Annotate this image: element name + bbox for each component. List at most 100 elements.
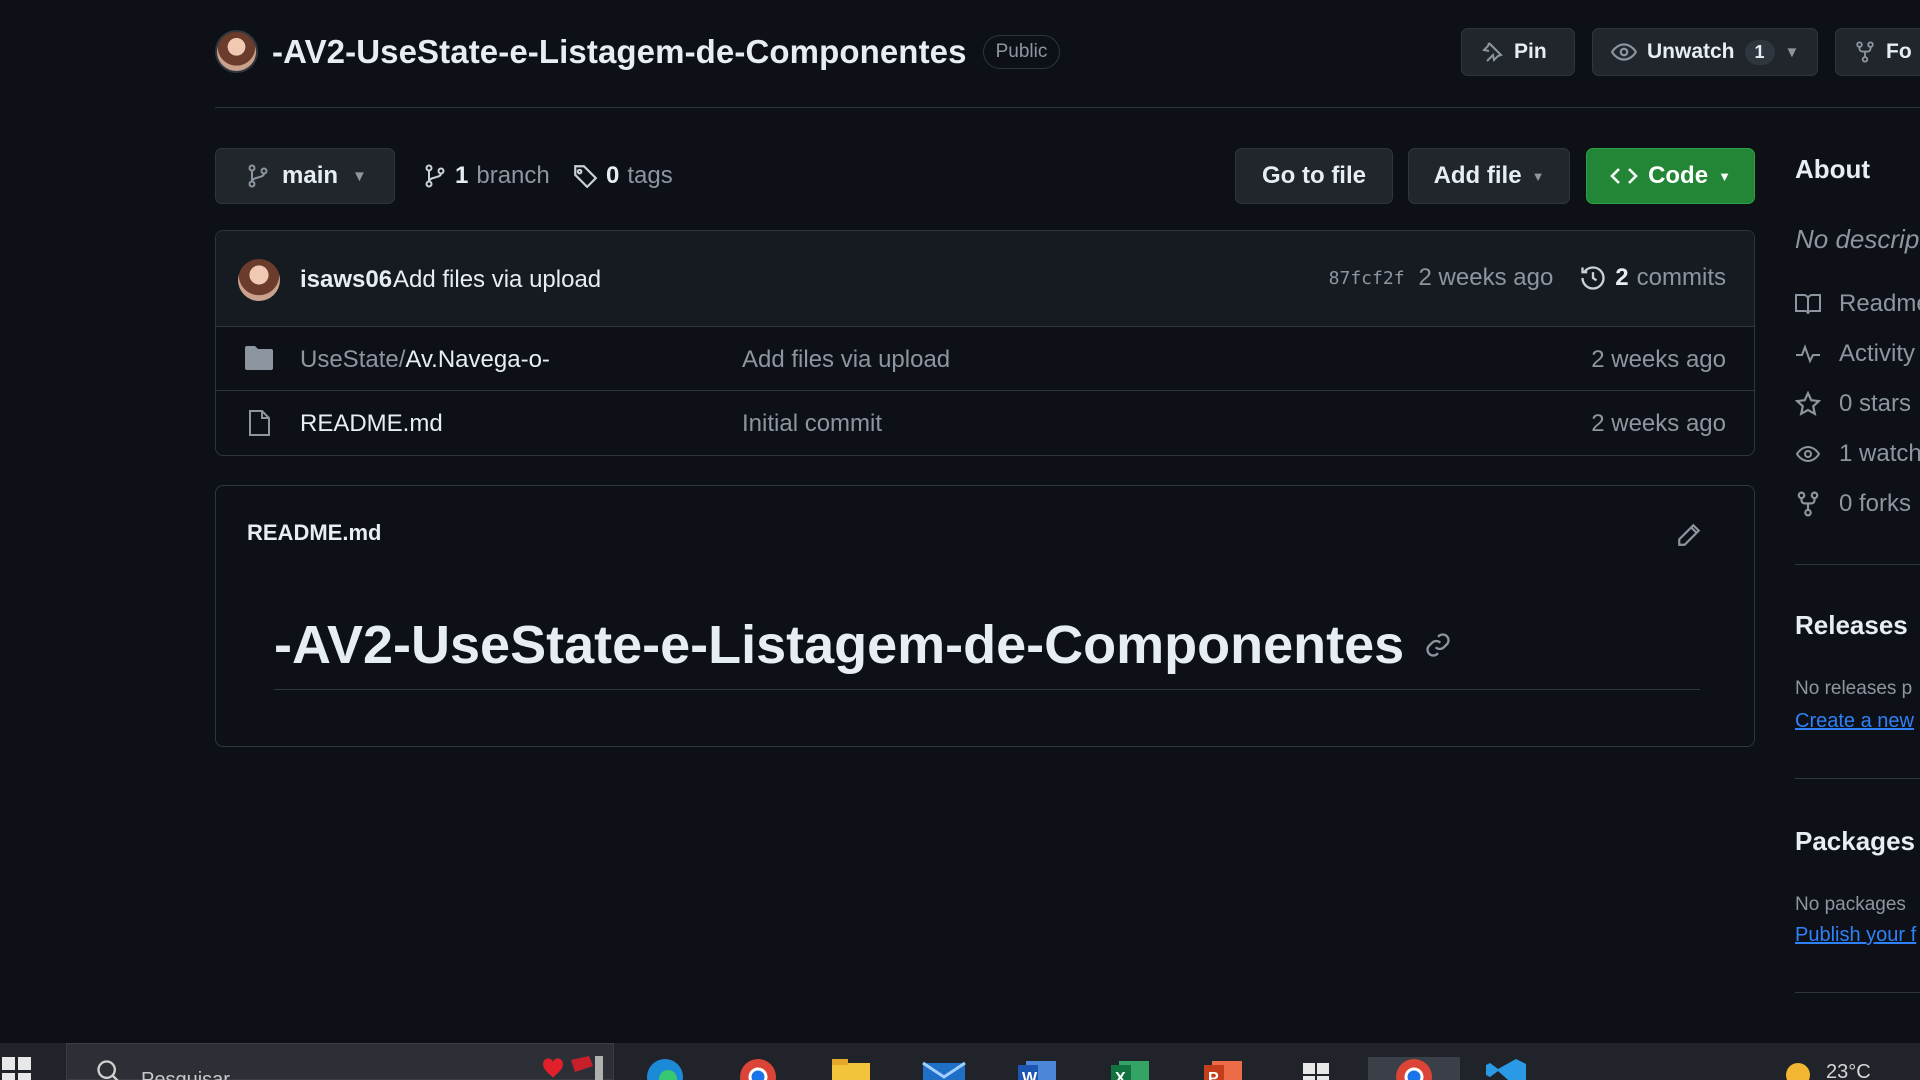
branch-icon xyxy=(246,163,270,189)
commits-link[interactable]: 2 commits xyxy=(1579,264,1726,292)
link-icon[interactable] xyxy=(1424,631,1452,659)
about-sidebar: About No descrip Readme Activity xyxy=(1795,150,1920,1010)
about-title: About xyxy=(1795,154,1871,184)
code-icon xyxy=(1610,164,1638,188)
weather-temp: 23°C xyxy=(1826,1060,1871,1080)
file-explorer-icon[interactable] xyxy=(826,1057,876,1080)
file-browser: isaws06 Add files via upload 87fcf2f 2 w… xyxy=(215,230,1755,456)
about-description: No descrip xyxy=(1795,224,1920,254)
search-placeholder: Pesquisar xyxy=(141,1069,230,1080)
readme-link[interactable]: Readme xyxy=(1795,290,1920,318)
go-to-file-button[interactable]: Go to file xyxy=(1235,148,1393,204)
commit-message[interactable]: Add files via upload xyxy=(393,266,601,294)
chrome-active-icon[interactable] xyxy=(1368,1057,1460,1080)
file-name-link[interactable]: UseState/Av.Navega-o- xyxy=(300,346,550,374)
fork-button[interactable]: Fo xyxy=(1835,28,1920,76)
pin-button[interactable]: Pin xyxy=(1461,28,1575,76)
commit-count: 2 xyxy=(1615,264,1629,291)
author-avatar[interactable] xyxy=(238,259,280,301)
branch-icon xyxy=(423,163,447,189)
star-icon xyxy=(1795,391,1821,417)
watchers-link[interactable]: 1 watch xyxy=(1795,440,1920,468)
edge-icon[interactable] xyxy=(640,1057,690,1080)
tags-link[interactable]: 0 tags xyxy=(572,162,673,190)
owner-avatar[interactable] xyxy=(215,30,258,73)
forks-link[interactable]: 0 forks xyxy=(1795,490,1911,518)
chrome-icon[interactable] xyxy=(733,1057,783,1080)
file-row[interactable]: UseState/Av.Navega-o- Add files via uplo… xyxy=(216,327,1754,391)
tag-count: 0 xyxy=(606,162,620,189)
file-name-link[interactable]: README.md xyxy=(300,410,443,438)
create-release-link[interactable]: Create a new xyxy=(1795,710,1914,733)
powerpoint-icon[interactable]: P xyxy=(1198,1057,1248,1080)
add-file-button[interactable]: Add file ▼ xyxy=(1408,148,1570,204)
file-row[interactable]: README.md Initial commit 2 weeks ago xyxy=(216,391,1754,455)
stars-link[interactable]: 0 stars xyxy=(1795,390,1911,418)
branches-link[interactable]: 1 branch xyxy=(423,162,550,190)
unwatch-button[interactable]: Unwatch 1 ▼ xyxy=(1592,28,1818,76)
file-time: 2 weeks ago xyxy=(1591,410,1726,437)
chevron-down-icon: ▼ xyxy=(1784,43,1800,61)
svg-text:P: P xyxy=(1208,1070,1219,1080)
file-commit-message[interactable]: Initial commit xyxy=(742,410,882,438)
fork-icon xyxy=(1795,491,1821,517)
releases-description: No releases p xyxy=(1795,678,1913,699)
commit-author[interactable]: isaws06 xyxy=(300,266,392,294)
divider xyxy=(1795,564,1920,565)
repo-name-link[interactable]: -AV2-UseState-e-Listagem-de-Componentes xyxy=(272,33,967,71)
tag-icon xyxy=(572,163,598,189)
branch-name: main xyxy=(282,162,339,189)
taskbar-search-input[interactable]: Pesquisar xyxy=(66,1043,614,1080)
commit-sha[interactable]: 87fcf2f xyxy=(1329,268,1405,289)
readme-heading: -AV2-UseState-e-Listagem-de-Componentes xyxy=(274,614,1452,676)
repo-header: -AV2-UseState-e-Listagem-de-Componentes … xyxy=(215,22,1920,108)
mail-icon[interactable] xyxy=(919,1057,969,1080)
store-icon[interactable] xyxy=(1291,1057,1341,1080)
repo-title: -AV2-UseState-e-Listagem-de-Componentes … xyxy=(215,30,1061,73)
divider xyxy=(1795,778,1920,779)
search-icon xyxy=(95,1058,123,1080)
packages-description: No packages xyxy=(1795,894,1906,915)
commit-time: 2 weeks ago xyxy=(1418,264,1554,291)
eye-icon xyxy=(1795,442,1821,466)
chevron-down-icon: ▼ xyxy=(1531,168,1545,184)
search-highlight-icon xyxy=(537,1054,607,1080)
visibility-badge: Public xyxy=(982,34,1061,69)
svg-text:W: W xyxy=(1022,1070,1038,1080)
divider xyxy=(1795,992,1920,993)
book-icon xyxy=(1795,292,1821,316)
latest-commit-bar: isaws06 Add files via upload 87fcf2f 2 w… xyxy=(216,231,1754,327)
file-time: 2 weeks ago xyxy=(1591,346,1726,373)
file-icon xyxy=(244,409,274,437)
eye-icon xyxy=(1611,39,1637,65)
windows-start-icon[interactable] xyxy=(0,1057,34,1080)
readme-label[interactable]: README.md xyxy=(247,520,381,546)
vscode-icon[interactable] xyxy=(1482,1057,1532,1080)
divider xyxy=(274,689,1700,690)
code-button[interactable]: Code ▼ xyxy=(1586,148,1755,204)
releases-title[interactable]: Releases xyxy=(1795,610,1908,641)
excel-icon[interactable]: X xyxy=(1105,1057,1155,1080)
windows-taskbar: Pesquisar W X P 23°C xyxy=(0,1043,1920,1080)
branch-selector[interactable]: main ▼ xyxy=(215,148,395,204)
weather-widget[interactable]: 23°C xyxy=(1780,1057,1871,1080)
file-commit-message[interactable]: Add files via upload xyxy=(742,346,950,374)
publish-package-link[interactable]: Publish your f xyxy=(1795,924,1916,947)
github-repo-page: -AV2-UseState-e-Listagem-de-Componentes … xyxy=(0,0,1920,1080)
history-icon xyxy=(1579,264,1607,292)
weather-sun-icon xyxy=(1780,1057,1816,1080)
commit-meta: 87fcf2f 2 weeks ago 2 commits xyxy=(1329,264,1726,292)
activity-link[interactable]: Activity xyxy=(1795,340,1915,368)
packages-title[interactable]: Packages xyxy=(1795,826,1915,857)
svg-text:X: X xyxy=(1115,1070,1126,1080)
branch-toolbar: main ▼ 1 branch 0 tags Go to file Add fi… xyxy=(215,148,1755,204)
pencil-icon[interactable] xyxy=(1676,522,1702,548)
watch-count: 1 xyxy=(1744,39,1775,65)
chevron-down-icon: ▼ xyxy=(1718,168,1731,184)
folder-icon xyxy=(244,345,274,371)
branch-count: 1 xyxy=(455,162,469,189)
readme-panel: README.md -AV2-UseState-e-Listagem-de-Co… xyxy=(215,485,1755,747)
pulse-icon xyxy=(1795,342,1821,366)
pin-icon xyxy=(1480,40,1504,64)
word-icon[interactable]: W xyxy=(1012,1057,1062,1080)
